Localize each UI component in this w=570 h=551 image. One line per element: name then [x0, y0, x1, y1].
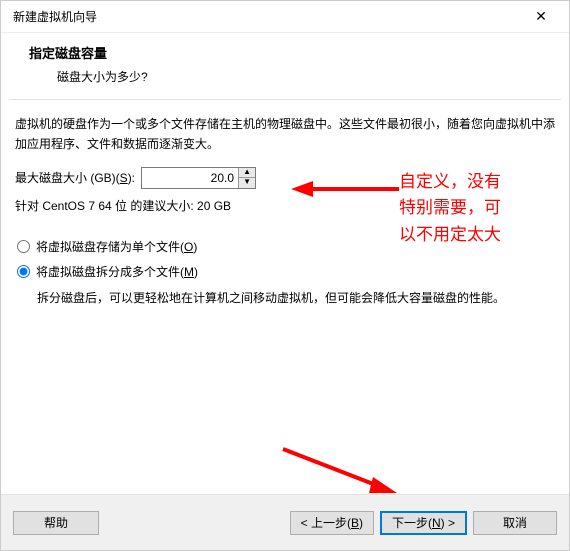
footer: 帮助 < 上一步(B) 下一步(N) > 取消: [1, 494, 569, 550]
spinner-down-icon[interactable]: ▼: [239, 178, 255, 188]
window-title: 新建虚拟机向导: [13, 8, 521, 25]
disk-size-input[interactable]: [142, 168, 238, 188]
radio-split-files[interactable]: 将虚拟磁盘拆分成多个文件(M): [15, 263, 555, 280]
disk-description: 虚拟机的硬盘作为一个或多个文件存储在主机的物理磁盘中。这些文件最初很小，随着您向…: [15, 114, 555, 155]
page-title: 指定磁盘容量: [29, 43, 541, 62]
wizard-window: 新建虚拟机向导 ✕ 指定磁盘容量 磁盘大小为多少? 虚拟机的硬盘作为一个或多个文…: [0, 0, 570, 551]
radio-split-input[interactable]: [17, 265, 30, 278]
disk-size-spinner[interactable]: ▲ ▼: [141, 167, 256, 189]
wizard-header: 指定磁盘容量 磁盘大小为多少?: [1, 33, 569, 99]
cancel-button[interactable]: 取消: [473, 511, 557, 535]
back-button[interactable]: < 上一步(B): [290, 511, 374, 535]
page-subtitle: 磁盘大小为多少?: [29, 68, 541, 85]
help-button[interactable]: 帮助: [13, 511, 99, 535]
split-description: 拆分磁盘后，可以更轻松地在计算机之间移动虚拟机，但可能会降低大容量磁盘的性能。: [15, 288, 555, 308]
titlebar: 新建虚拟机向导 ✕: [1, 1, 569, 33]
radio-single-input[interactable]: [17, 240, 30, 253]
annotation-arrow-1-icon: [291, 177, 401, 201]
radio-single-label: 将虚拟磁盘存储为单个文件(O): [36, 238, 197, 255]
annotation-text: 自定义，没有 特别需要，可 以不用定太大: [399, 169, 501, 248]
disk-size-label: 最大磁盘大小 (GB)(S):: [15, 169, 135, 186]
radio-split-label: 将虚拟磁盘拆分成多个文件(M): [36, 263, 198, 280]
next-button[interactable]: 下一步(N) >: [380, 511, 467, 535]
close-icon[interactable]: ✕: [521, 8, 561, 25]
